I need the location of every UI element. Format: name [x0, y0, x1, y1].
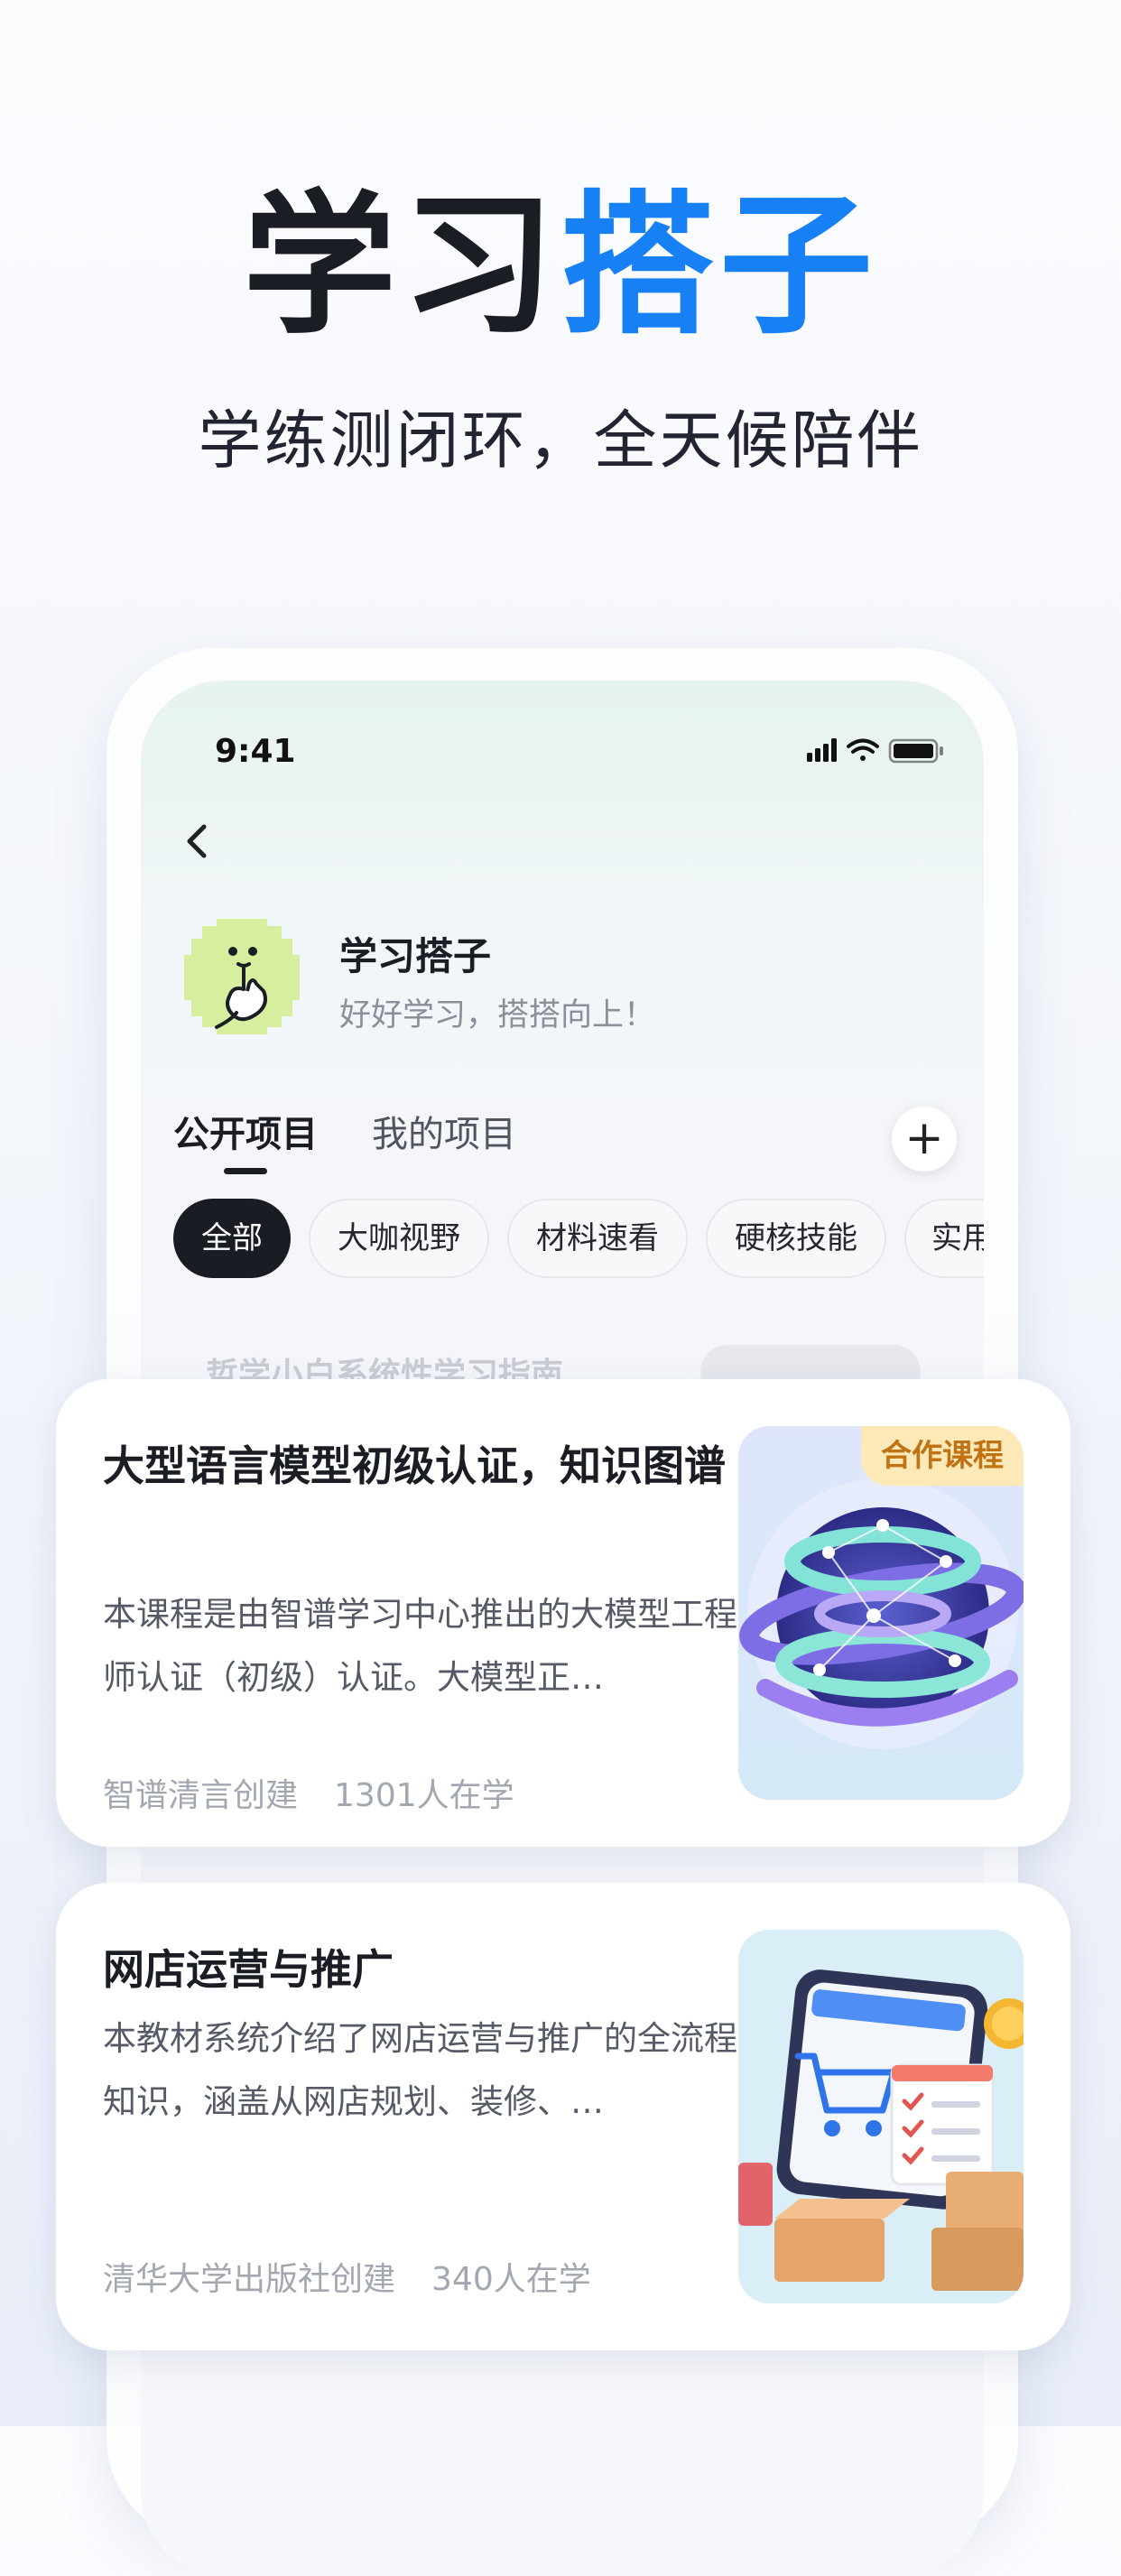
battery-icon	[888, 738, 943, 764]
hero-title: 学习搭子	[0, 190, 1121, 343]
card-cover	[738, 1930, 1024, 2303]
back-button[interactable]	[179, 814, 215, 868]
profile-name: 学习搭子	[339, 934, 492, 978]
category-chips: 全部 大咖视野 材料速看 硬核技能 实用	[173, 1199, 984, 1282]
course-card[interactable]: 网店运营与推广 本教材系统介绍了网店运营与推广的全流程知识，涵盖从网店规划、装修…	[56, 1883, 1070, 2350]
card-cover: 合作课程	[738, 1426, 1024, 1800]
card-learners: 1301人在学	[334, 1777, 514, 1814]
card-creator: 清华大学出版社创建	[103, 2261, 396, 2298]
card-description: 本课程是由智谱学习中心推出的大模型工程师认证（初级）认证。大模型正…	[103, 1595, 737, 1697]
card-title: 大型语言模型初级认证，知识图谱	[103, 1441, 726, 1490]
card-creator: 智谱清言创建	[103, 1777, 299, 1814]
tab-public-projects[interactable]: 公开项目	[173, 1105, 318, 1157]
chevron-left-icon	[187, 824, 207, 858]
hero-title-blue: 搭子	[560, 177, 879, 356]
status-icons	[807, 738, 943, 764]
partner-course-badge: 合作课程	[861, 1426, 1024, 1486]
course-card[interactable]: 大型语言模型初级认证，知识图谱 本课程是由智谱学习中心推出的大模型工程师认证（初…	[56, 1379, 1070, 1847]
active-tab-indicator	[224, 1168, 267, 1174]
chip-practical[interactable]: 实用	[904, 1199, 984, 1278]
profile-slogan: 好好学习，搭搭向上！	[339, 997, 656, 1033]
card-meta: 智谱清言创建 1301人在学	[103, 1769, 514, 1816]
chip-all[interactable]: 全部	[173, 1199, 291, 1278]
hero-title-dark: 学习	[242, 177, 560, 356]
card-meta: 清华大学出版社创建 340人在学	[103, 2253, 591, 2300]
chip-material-quick-view[interactable]: 材料速看	[507, 1199, 688, 1278]
tab-my-projects[interactable]: 我的项目	[372, 1105, 516, 1157]
add-button[interactable]: +	[892, 1107, 957, 1172]
card-learners: 340人在学	[431, 2261, 591, 2298]
card-title: 网店运营与推广	[103, 1945, 394, 1994]
avatar	[184, 919, 300, 1034]
wifi-icon	[847, 738, 879, 761]
status-time: 9:41	[215, 733, 296, 770]
chip-hardcore-skills[interactable]: 硬核技能	[706, 1199, 886, 1278]
chip-expert-vision[interactable]: 大咖视野	[309, 1199, 489, 1278]
signal-icon	[807, 738, 837, 762]
online-shop-illustration-icon	[738, 1930, 1024, 2303]
hero-subtitle: 学练测闭环，全天候陪伴	[198, 403, 923, 477]
card-description: 本教材系统介绍了网店运营与推广的全流程知识，涵盖从网店规划、装修、…	[103, 2019, 737, 2121]
